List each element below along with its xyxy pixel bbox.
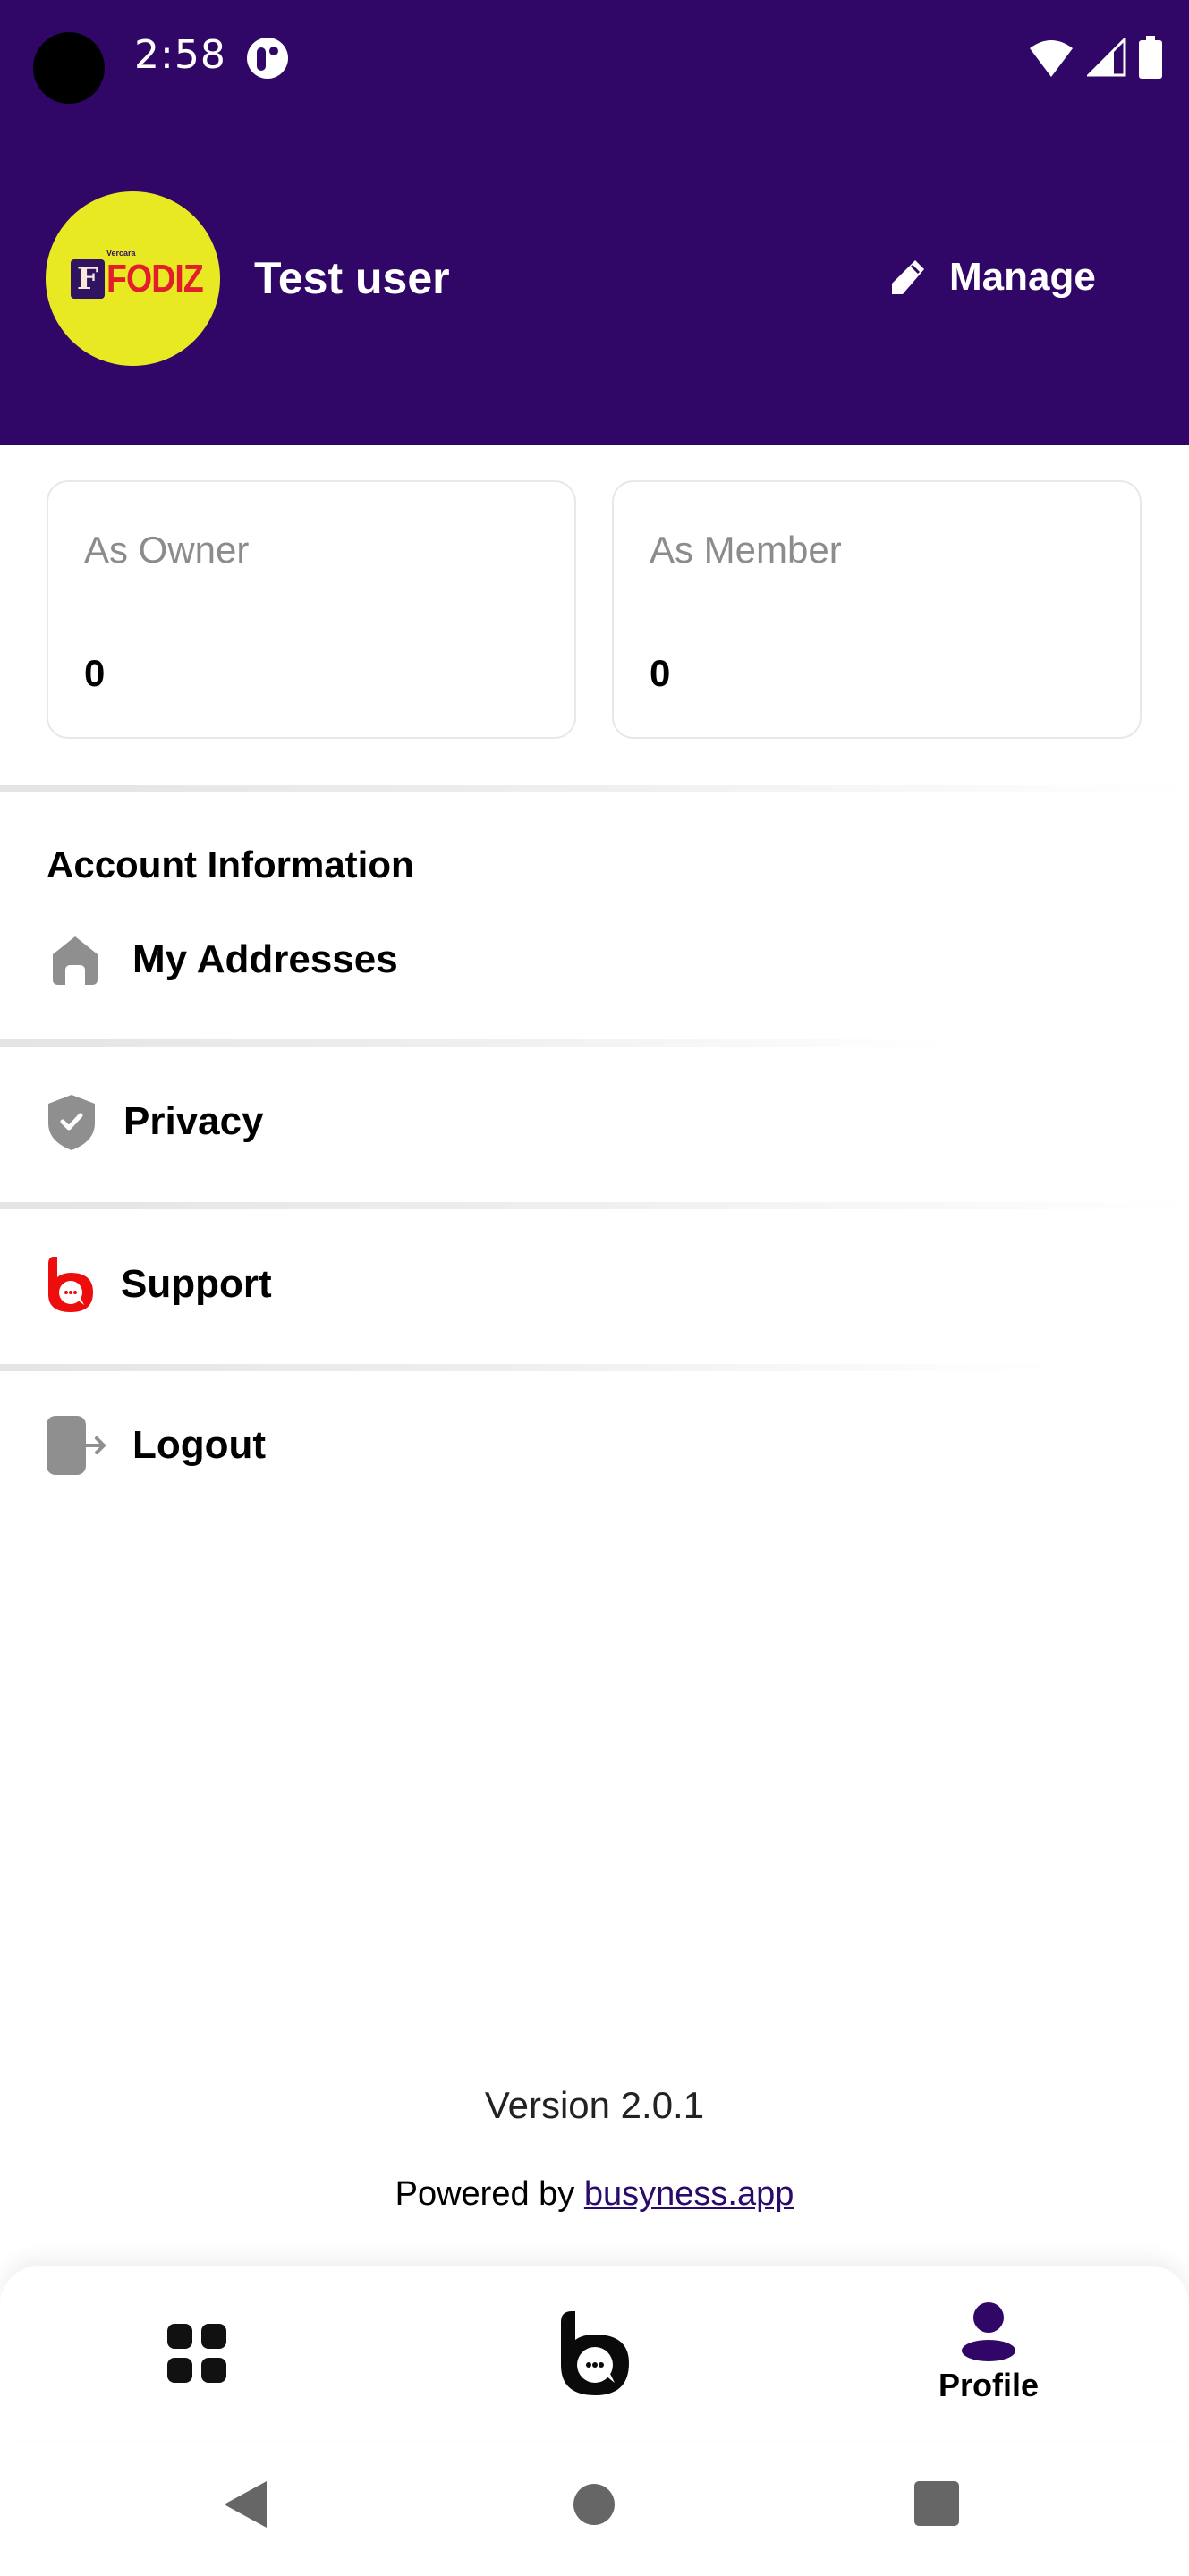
stat-card-member[interactable]: As Member 0 <box>612 480 1142 739</box>
profile-header: 2:58 Vercara F FODIZ Test user Manage <box>0 0 1189 445</box>
avatar-logo-letter: F <box>71 259 105 299</box>
divider <box>0 1202 1189 1209</box>
stat-value: 0 <box>650 652 671 694</box>
menu-label: My Addresses <box>132 937 398 981</box>
menu-item-logout[interactable]: Logout <box>0 1392 1189 1499</box>
menu-item-privacy[interactable]: Privacy <box>0 1068 1189 1175</box>
powered-by: Powered by busyness.app <box>0 2175 1189 2214</box>
app-version: Version 2.0.1 <box>484 2084 705 2126</box>
logout-icon <box>47 1416 106 1475</box>
grid-icon <box>167 2323 226 2383</box>
app-notification-icon <box>247 38 288 79</box>
wifi-icon <box>1030 40 1073 77</box>
user-name: Test user <box>254 253 450 303</box>
home-icon <box>53 936 98 985</box>
busyness-app-link[interactable]: busyness.app <box>584 2175 794 2213</box>
stat-label: As Owner <box>84 529 250 571</box>
recents-icon[interactable] <box>914 2481 959 2526</box>
divider <box>0 1039 948 1046</box>
status-indicators <box>1028 36 1162 79</box>
menu-item-my-addresses[interactable]: My Addresses <box>0 906 1189 1013</box>
status-bar: 2:58 <box>0 0 1189 116</box>
system-navigation-bar <box>0 2442 1189 2576</box>
person-icon <box>962 2301 1015 2361</box>
home-button-icon[interactable] <box>573 2483 616 2526</box>
manage-label: Manage <box>949 255 1096 299</box>
bottom-navigation: Profile <box>0 2266 1189 2440</box>
nav-label: Profile <box>938 2366 1040 2403</box>
menu-label: Privacy <box>123 1099 264 1143</box>
nav-item-busyness-chat[interactable] <box>505 2266 684 2440</box>
menu-label: Logout <box>132 1423 267 1467</box>
nav-item-dashboard[interactable] <box>107 2266 286 2440</box>
nav-item-profile[interactable]: Profile <box>899 2266 1078 2440</box>
battery-icon <box>1139 36 1162 79</box>
section-title-account-information: Account Information <box>47 843 414 886</box>
stat-value: 0 <box>84 652 106 694</box>
stat-card-owner[interactable]: As Owner 0 <box>47 480 576 739</box>
avatar-logo: F FODIZ <box>71 257 220 301</box>
avatar[interactable]: Vercara F FODIZ <box>46 191 220 366</box>
status-time: 2:58 <box>134 32 226 78</box>
pencil-icon <box>892 260 924 294</box>
shield-check-icon <box>48 1095 95 1150</box>
stat-label: As Member <box>650 529 842 571</box>
signal-icon <box>1087 38 1126 77</box>
powered-by-prefix: Powered by <box>395 2175 584 2213</box>
divider <box>0 1364 1056 1371</box>
divider <box>0 785 1189 792</box>
back-icon[interactable] <box>224 2479 268 2529</box>
busyness-chat-icon <box>561 2310 629 2395</box>
avatar-logo-word: FODIZ <box>106 257 204 301</box>
support-chat-icon <box>48 1257 93 1312</box>
camera-cutout <box>33 32 105 104</box>
manage-button[interactable]: Manage <box>890 250 1096 304</box>
menu-item-support[interactable]: Support <box>0 1231 1189 1338</box>
menu-label: Support <box>121 1262 272 1306</box>
